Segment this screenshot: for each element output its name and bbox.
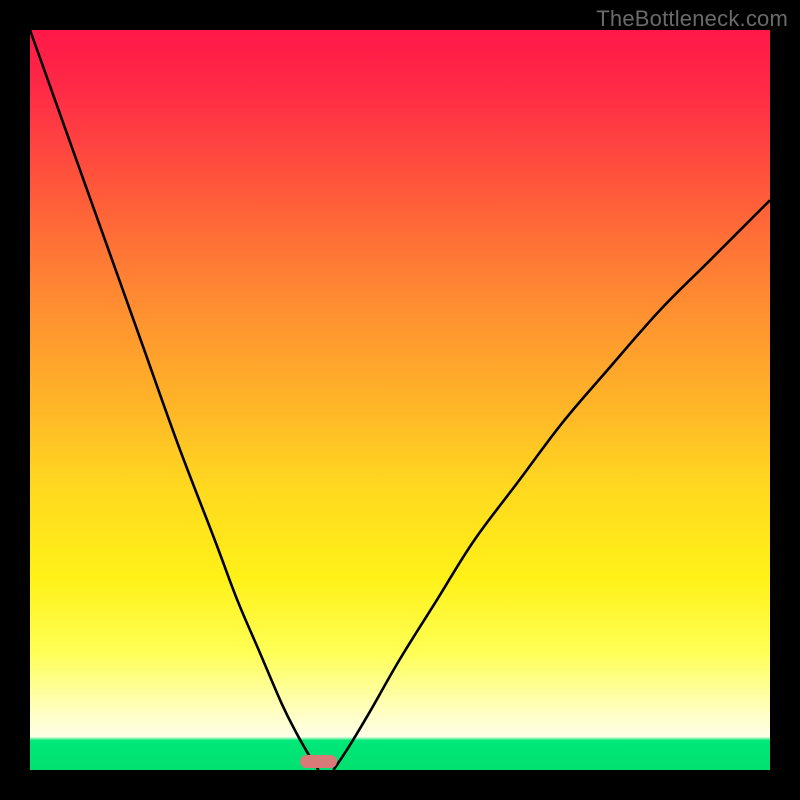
watermark-text: TheBottleneck.com <box>596 6 788 32</box>
right-branch-path <box>333 200 770 770</box>
plot-area <box>30 30 770 770</box>
bottleneck-curve <box>30 30 770 770</box>
left-branch-path <box>30 30 319 770</box>
optimal-marker <box>300 755 337 768</box>
